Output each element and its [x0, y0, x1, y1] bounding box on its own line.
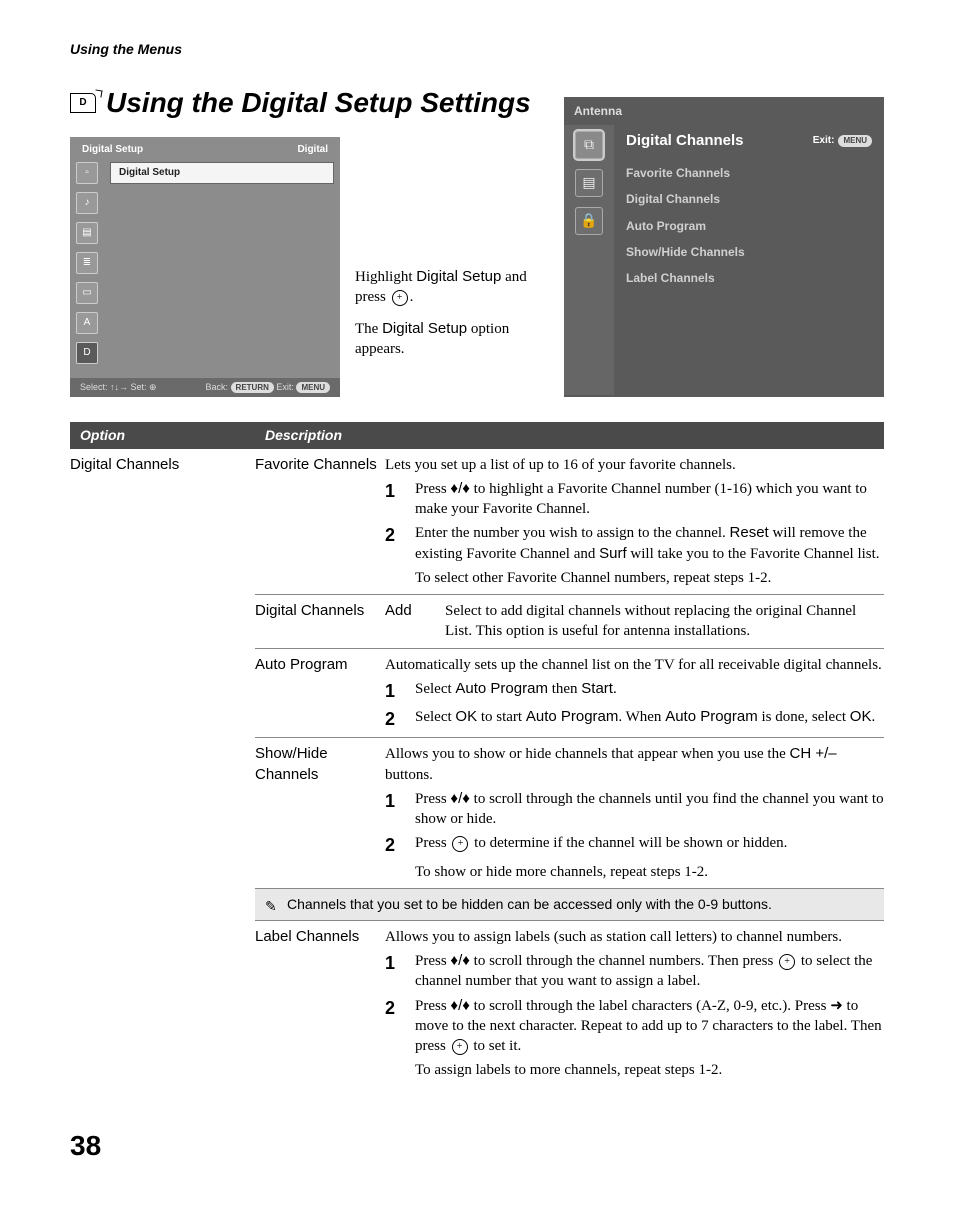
- ss-icon-screen: ▤: [76, 222, 98, 244]
- antenna-item: Show/Hide Channels: [626, 244, 872, 260]
- auto-program-label: Auto Program: [255, 655, 385, 732]
- option-cell: Digital Channels: [70, 449, 255, 1087]
- antenna-item: Label Channels: [626, 270, 872, 286]
- label-channels-label: Label Channels: [255, 927, 385, 1081]
- enter-icon: +: [779, 954, 795, 970]
- antenna-icon-tv: ⧉: [575, 131, 603, 159]
- updown-arrow-icon: ♦/♦: [450, 790, 469, 807]
- updown-arrow-icon: ♦/♦: [450, 997, 469, 1014]
- label-channels-desc: Allows you to assign labels (such as sta…: [385, 927, 884, 1081]
- ss-footer-right: Back: RETURN Exit: MENU: [206, 381, 330, 394]
- enter-icon: +: [452, 1039, 468, 1055]
- note-row: Channels that you set to be hidden can b…: [255, 888, 884, 920]
- show-hide-desc: Allows you to show or hide channels that…: [385, 744, 884, 882]
- page-number: 38: [70, 1127, 884, 1165]
- ss-icon-sound: ♪: [76, 192, 98, 214]
- page-title: Using the Digital Setup Settings: [106, 84, 531, 122]
- header-description: Description: [255, 422, 884, 449]
- favorite-channels-label: Favorite Channels: [255, 455, 385, 589]
- updown-arrow-icon: ♦/♦: [450, 952, 469, 969]
- digital-setup-screenshot: Digital Setup Digital ▫ ♪ ▤ ≣ ▭ A D Digi…: [70, 137, 340, 397]
- note-icon: [265, 897, 281, 911]
- ss-header-left: Digital Setup: [82, 143, 143, 157]
- ss-selected-item: Digital Setup: [110, 162, 334, 184]
- ss-header-right: Digital: [297, 143, 328, 157]
- antenna-item: Digital Channels: [626, 191, 872, 207]
- antenna-item: Favorite Channels: [626, 165, 872, 181]
- ss-icon-parent: ▭: [76, 282, 98, 304]
- digital-setup-icon: D: [70, 93, 96, 113]
- digital-channels-desc: Add Select to add digital channels witho…: [385, 601, 884, 642]
- auto-program-desc: Automatically sets up the channel list o…: [385, 655, 884, 732]
- antenna-heading: Digital Channels: [626, 131, 744, 151]
- updown-arrow-icon: ♦/♦: [450, 480, 469, 497]
- antenna-screenshot: Antenna ⧉ ▤ 🔒 Digital Channels Exit: MEN…: [564, 97, 884, 397]
- ss-icon-picture: ▫: [76, 162, 98, 184]
- digital-channels-label: Digital Channels: [255, 601, 385, 642]
- antenna-icon-list: ▤: [575, 169, 603, 197]
- ss-footer-left: Select: ↑↓→ Set: ⊕: [80, 381, 157, 394]
- enter-icon: +: [392, 290, 408, 306]
- antenna-exit: Exit: MENU: [813, 134, 872, 148]
- antenna-title: Antenna: [564, 97, 884, 125]
- ss-icon-channel: ≣: [76, 252, 98, 274]
- antenna-icon-lock: 🔒: [575, 207, 603, 235]
- favorite-channels-desc: Lets you set up a list of up to 16 of yo…: [385, 455, 884, 589]
- show-hide-label: Show/Hide Channels: [255, 744, 385, 882]
- middle-instructions: Highlight Digital Setup and press +. The…: [355, 137, 549, 360]
- enter-icon: +: [452, 836, 468, 852]
- right-arrow-icon: ➜: [830, 997, 843, 1014]
- table-header: Option Description: [70, 422, 884, 449]
- breadcrumb: Using the Menus: [70, 40, 884, 59]
- header-option: Option: [70, 422, 255, 449]
- ss-icon-digital: D: [76, 342, 98, 364]
- ss-icon-analog: A: [76, 312, 98, 334]
- antenna-item: Auto Program: [626, 218, 872, 234]
